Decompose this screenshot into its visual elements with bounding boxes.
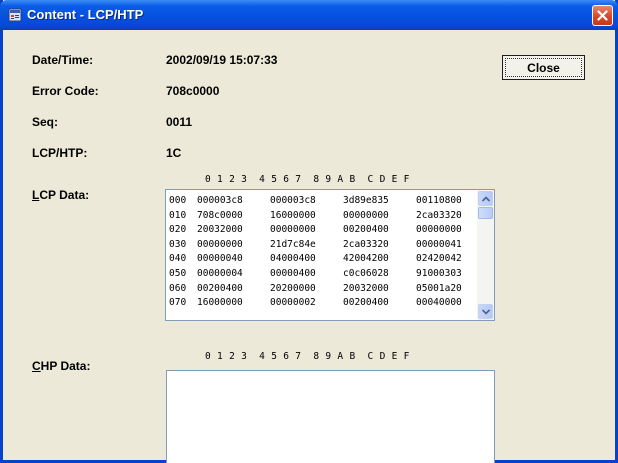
row-word: 2ca03320 <box>343 238 389 250</box>
row-word: 000003c8 <box>270 195 316 206</box>
seq-label: Seq: <box>32 115 59 129</box>
row-word: 20032000 <box>197 224 243 236</box>
row-offset: 030 <box>169 238 187 250</box>
scroll-down-button[interactable] <box>478 304 493 319</box>
lcp-hex-header: 0 1 2 3 4 5 6 7 8 9 A B C D E F <box>205 174 410 185</box>
row-word: 04000400 <box>270 253 316 265</box>
scroll-up-button[interactable] <box>478 191 493 206</box>
window-title: Content - LCP/HTP <box>27 7 144 22</box>
chevron-up-icon <box>482 196 490 202</box>
error-code-value: 708c0000 <box>166 84 220 98</box>
row-word: 00000002 <box>270 297 316 309</box>
close-icon <box>597 10 608 21</box>
row-offset: 040 <box>169 253 187 265</box>
datetime-label: Date/Time: <box>32 53 94 67</box>
row-word: 20200000 <box>270 282 316 294</box>
row-word: 16000000 <box>270 209 316 221</box>
error-code-label: Error Code: <box>32 84 99 98</box>
row-word: 00200400 <box>343 224 389 236</box>
row-word: 00000000 <box>270 224 316 236</box>
row-word: 91000303 <box>416 267 462 279</box>
chevron-down-icon <box>482 309 490 315</box>
row-offset: 020 <box>169 224 187 236</box>
row-word: 00040000 <box>416 297 462 309</box>
row-word: 02420042 <box>416 253 462 265</box>
close-button-label: Close <box>527 60 560 75</box>
row-offset: 060 <box>169 282 187 294</box>
row-word: 00000000 <box>416 224 462 236</box>
row-word: 00000041 <box>416 238 462 250</box>
row-word: c0c06028 <box>343 267 389 279</box>
lcp-htp-label: LCP/HTP: <box>32 146 88 160</box>
window-close-button[interactable] <box>592 5 613 26</box>
close-button[interactable]: Close <box>502 55 585 80</box>
row-word: 00200400 <box>197 282 243 294</box>
row-word: 00000000 <box>197 238 243 250</box>
row-offset: 000 <box>169 195 187 206</box>
chp-data-label: CHP Data: <box>32 359 91 373</box>
row-word: 00000004 <box>197 267 243 279</box>
row-word: 16000000 <box>197 297 243 309</box>
row-word: 00000040 <box>197 253 243 265</box>
row-word: 00000000 <box>343 209 389 221</box>
lcp-data-label: LCP Data: <box>32 188 90 202</box>
row-offset: 050 <box>169 267 187 279</box>
row-word: 3d89e835 <box>343 195 389 206</box>
row-word: 2ca03320 <box>416 209 462 221</box>
content-window: Content - LCP/HTP Date/Time: 2002/09/19 … <box>0 0 618 463</box>
row-word: 00200400 <box>343 297 389 309</box>
row-offset: 010 <box>169 209 187 221</box>
lcp-htp-value: 1C <box>166 146 182 160</box>
row-word: 708c0000 <box>197 209 243 221</box>
title-bar[interactable]: Content - LCP/HTP <box>0 0 618 30</box>
row-offset: 070 <box>169 297 187 309</box>
row-word: 000003c8 <box>197 195 243 206</box>
row-word: 20032000 <box>343 282 389 294</box>
row-word: 05001a20 <box>416 282 462 294</box>
lcp-data-listbox[interactable]: 000 000003c8 000003c8 3d89e835 00110800 010 70… <box>165 189 495 321</box>
row-word: 00110800 <box>416 195 462 206</box>
seq-value: 0011 <box>166 115 193 129</box>
chp-data-listbox[interactable] <box>166 370 495 463</box>
row-word: 42004200 <box>343 253 389 265</box>
lcp-scrollbar[interactable] <box>477 190 494 320</box>
row-word: 21d7c84e <box>270 238 316 250</box>
chp-hex-header: 0 1 2 3 4 5 6 7 8 9 A B C D E F <box>205 351 410 362</box>
datetime-value: 2002/09/19 15:07:33 <box>166 53 278 67</box>
row-word: 00000400 <box>270 267 316 279</box>
scroll-thumb[interactable] <box>478 207 493 219</box>
app-icon <box>8 8 22 22</box>
